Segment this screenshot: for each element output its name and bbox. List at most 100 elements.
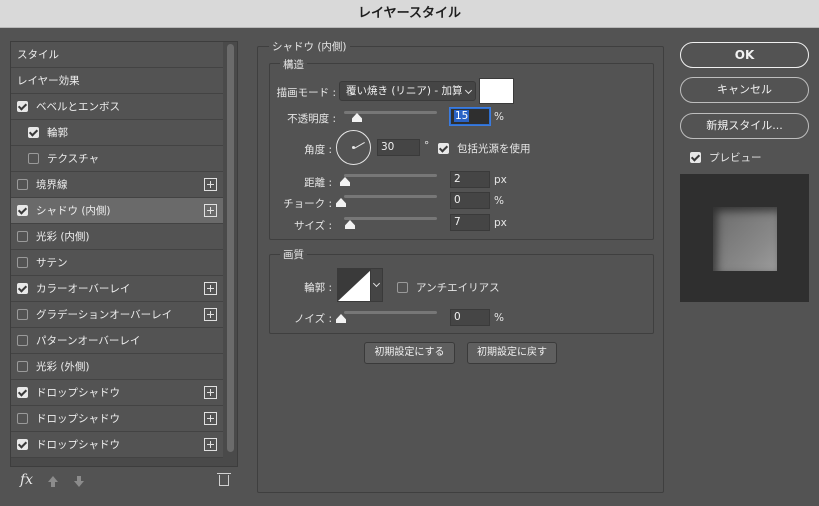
trash-icon[interactable]: [217, 473, 231, 486]
structure-title: 構造: [280, 57, 307, 72]
style-list-item[interactable]: スタイル: [11, 42, 223, 68]
style-list-item[interactable]: シャドウ (内側): [11, 198, 223, 224]
style-checkbox[interactable]: [17, 387, 28, 398]
preview-label: プレビュー: [709, 152, 762, 164]
shadow-color-swatch[interactable]: [479, 78, 514, 104]
add-effect-icon[interactable]: [204, 282, 217, 295]
style-list-item-label: パターンオーバーレイ: [36, 335, 141, 347]
style-list-item[interactable]: 光彩 (外側): [11, 354, 223, 380]
style-checkbox[interactable]: [17, 205, 28, 216]
cancel-button[interactable]: キャンセル: [680, 77, 809, 103]
antialias-checkbox[interactable]: アンチエイリアス: [397, 280, 500, 295]
reset-default-button[interactable]: 初期設定に戻す: [467, 342, 557, 364]
size-input[interactable]: 7: [450, 214, 490, 231]
style-list-item-label: グラデーションオーバーレイ: [36, 309, 173, 321]
opacity-slider[interactable]: [344, 111, 437, 114]
style-list-item-label: 光彩 (外側): [36, 361, 90, 373]
new-style-button[interactable]: 新規スタイル...: [680, 113, 809, 139]
style-checkbox[interactable]: [17, 335, 28, 346]
preview-thumbnail: [713, 207, 777, 271]
style-list-item[interactable]: 輪郭: [11, 120, 223, 146]
distance-input[interactable]: 2: [450, 171, 490, 188]
style-list-item-label: ドロップシャドウ: [36, 413, 120, 425]
add-effect-icon[interactable]: [204, 438, 217, 451]
style-list-item[interactable]: ドロップシャドウ: [11, 406, 223, 432]
choke-input[interactable]: 0: [450, 192, 490, 209]
global-light-checkbox[interactable]: 包括光源を使用: [438, 141, 531, 156]
move-up-icon[interactable]: [48, 476, 58, 487]
styles-list-scrollbar[interactable]: [227, 44, 234, 452]
move-down-icon[interactable]: [74, 476, 84, 487]
style-list-item[interactable]: 光彩 (内側): [11, 224, 223, 250]
chevron-down-icon: [464, 86, 473, 95]
ok-button[interactable]: OK: [680, 42, 809, 68]
blend-mode-label: 描画モード :: [276, 87, 336, 99]
choke-label: チョーク :: [283, 198, 332, 210]
contour-picker[interactable]: [337, 268, 383, 302]
fx-icon[interactable]: fx: [20, 472, 33, 488]
style-list-item[interactable]: テクスチャ: [11, 146, 223, 172]
styles-list: ドロップシャドウ ドロップシャドウ ドロップシャドウ 光彩 (外側) パターンオーバーレ…: [10, 41, 238, 467]
size-unit: px: [494, 217, 507, 229]
distance-slider[interactable]: [344, 174, 437, 177]
angle-dial[interactable]: [336, 130, 371, 165]
style-list-item-label: 境界線: [36, 179, 68, 191]
global-light-check-icon: [438, 143, 449, 154]
preview-check-icon: [690, 152, 701, 163]
style-list-item[interactable]: ドロップシャドウ: [11, 380, 223, 406]
style-list-item[interactable]: 境界線: [11, 172, 223, 198]
chevron-down-icon[interactable]: [370, 269, 382, 301]
style-checkbox[interactable]: [17, 257, 28, 268]
style-checkbox[interactable]: [17, 231, 28, 242]
noise-input[interactable]: 0: [450, 309, 490, 326]
style-checkbox[interactable]: [28, 127, 39, 138]
style-checkbox[interactable]: [17, 413, 28, 424]
style-checkbox[interactable]: [17, 283, 28, 294]
size-slider[interactable]: [344, 217, 437, 220]
style-preview: [680, 174, 809, 302]
style-list-item-label: 輪郭: [47, 127, 68, 139]
style-checkbox[interactable]: [28, 153, 39, 164]
style-checkbox[interactable]: [17, 439, 28, 450]
style-list-item[interactable]: ドロップシャドウ: [11, 432, 223, 458]
style-list-item-label: カラーオーバーレイ: [36, 283, 131, 295]
add-effect-icon[interactable]: [204, 204, 217, 217]
style-checkbox[interactable]: [17, 361, 28, 372]
style-list-item[interactable]: サテン: [11, 250, 223, 276]
style-list-item[interactable]: グラデーションオーバーレイ: [11, 302, 223, 328]
antialias-label: アンチエイリアス: [416, 282, 500, 294]
opacity-input[interactable]: 15: [450, 108, 490, 125]
style-checkbox[interactable]: [17, 101, 28, 112]
add-effect-icon[interactable]: [204, 412, 217, 425]
quality-title: 画質: [280, 247, 307, 262]
angle-hand: [354, 142, 365, 149]
style-list-item[interactable]: パターンオーバーレイ: [11, 328, 223, 354]
make-default-button[interactable]: 初期設定にする: [364, 342, 455, 364]
preview-checkbox[interactable]: プレビュー: [690, 150, 762, 165]
style-checkbox[interactable]: [17, 309, 28, 320]
global-light-label: 包括光源を使用: [457, 143, 531, 155]
style-list-item[interactable]: カラーオーバーレイ: [11, 276, 223, 302]
blend-mode-select[interactable]: 覆い焼き (リニア) - 加算: [339, 81, 476, 101]
blend-mode-value: 覆い焼き (リニア) - 加算: [346, 85, 463, 97]
add-effect-icon[interactable]: [204, 386, 217, 399]
style-list-item[interactable]: ベベルとエンボス: [11, 94, 223, 120]
choke-slider[interactable]: [344, 195, 437, 198]
style-list-item-label: スタイル: [17, 49, 59, 61]
angle-center-dot: [352, 146, 355, 149]
style-list-item-label: テクスチャ: [47, 153, 100, 165]
noise-slider[interactable]: [344, 311, 437, 314]
noise-unit: %: [494, 312, 504, 324]
style-checkbox[interactable]: [17, 179, 28, 190]
angle-unit: °: [424, 140, 430, 152]
add-effect-icon[interactable]: [204, 178, 217, 191]
style-list-item-label: 光彩 (内側): [36, 231, 90, 243]
angle-label: 角度 :: [304, 144, 332, 156]
style-list-item-label: ドロップシャドウ: [36, 387, 120, 399]
style-list-item-label: シャドウ (内側): [36, 205, 111, 217]
angle-input[interactable]: 30: [377, 139, 420, 156]
style-list-item[interactable]: レイヤー効果: [11, 68, 223, 94]
antialias-check-icon: [397, 282, 408, 293]
add-effect-icon[interactable]: [204, 308, 217, 321]
choke-unit: %: [494, 195, 504, 207]
